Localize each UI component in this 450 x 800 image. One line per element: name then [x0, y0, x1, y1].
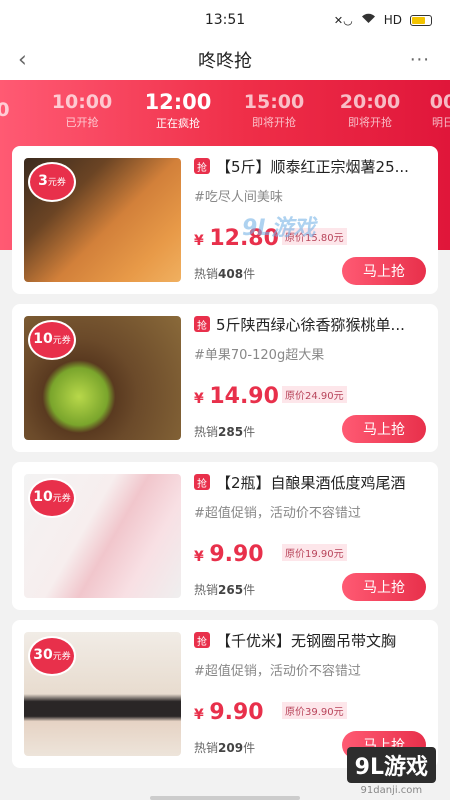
product-title[interactable]: 【5斤】顺泰红正宗烟薯25... — [216, 156, 432, 177]
buy-now-button[interactable]: 马上抢 — [342, 415, 426, 443]
signal-icon: ✕◡ — [333, 13, 353, 27]
time-tab-3[interactable]: 15:00 即将开抢 — [226, 91, 322, 130]
sold-count: 热销209件 — [194, 741, 256, 755]
product-card[interactable]: 30 元券 抢 【千优米】无钢圈吊带文胸 #超值促销，活动价不容错过 ¥ 9.90… — [12, 620, 438, 768]
time-tabs: 0 10:00 已开抢 12:00 正在疯抢 15:00 即将开抢 20:00 … — [0, 80, 450, 140]
time-tab-1[interactable]: 10:00 已开抢 — [34, 91, 130, 130]
nav-bar: ‹ 咚咚抢 ··· — [0, 40, 450, 80]
product-subtitle: #吃尽人间美味 — [194, 190, 283, 205]
product-image: 10 元券 — [24, 474, 181, 598]
original-price: 原价39.90元 — [282, 702, 347, 719]
product-title[interactable]: 【2瓶】自酿果酒低度鸡尾酒 — [216, 472, 432, 493]
product-card[interactable]: 10 元券 抢 【2瓶】自酿果酒低度鸡尾酒 #超值促销，活动价不容错过 ¥ 9.9… — [12, 462, 438, 610]
watermark-logo: 9L游戏 — [346, 747, 436, 783]
watermark-mid: 9L游戏 — [242, 216, 316, 241]
product-title[interactable]: 5斤陕西绿心徐香猕猴桃单... — [216, 314, 432, 335]
product-subtitle: #超值促销，活动价不容错过 — [194, 506, 361, 521]
watermark-url: 91danji.com — [360, 785, 423, 796]
time-tab-5[interactable]: 00 明日 — [418, 91, 450, 130]
battery-icon — [410, 14, 432, 26]
sold-count: 热销285件 — [194, 425, 256, 439]
home-indicator — [150, 796, 300, 800]
sold-count: 热销265件 — [194, 583, 256, 597]
original-price: 原价19.90元 — [282, 544, 347, 561]
time-tab-4[interactable]: 20:00 即将开抢 — [322, 91, 418, 130]
product-card[interactable]: 3 元券 抢 【5斤】顺泰红正宗烟薯25... #吃尽人间美味 ¥ 12.80 原… — [12, 146, 438, 294]
page-title: 咚咚抢 — [198, 51, 252, 72]
coupon-badge: 30 元券 — [28, 636, 76, 676]
time-tab-2[interactable]: 12:00 正在疯抢 — [130, 90, 226, 131]
product-subtitle: #超值促销，活动价不容错过 — [194, 664, 361, 679]
watermark: 9L游戏 91danji.com — [346, 747, 436, 796]
back-arrow-icon[interactable]: ‹ — [18, 48, 27, 73]
flash-tag: 抢 — [194, 632, 210, 648]
product-price: ¥ 14.90 — [194, 384, 279, 409]
flash-tag: 抢 — [194, 316, 210, 332]
product-price: ¥ 9.90 — [194, 542, 264, 567]
flash-tag: 抢 — [194, 474, 210, 490]
coupon-badge: 3 元券 — [28, 162, 76, 202]
status-bar: 13:51 ✕◡ HD — [0, 0, 450, 40]
buy-now-button[interactable]: 马上抢 — [342, 257, 426, 285]
wifi-icon — [361, 13, 376, 27]
product-subtitle: #单果70-120g超大果 — [194, 348, 325, 363]
product-card[interactable]: 10 元券 抢 5斤陕西绿心徐香猕猴桃单... #单果70-120g超大果 ¥ 1… — [12, 304, 438, 452]
network-label: HD — [383, 13, 402, 27]
coupon-badge: 10 元券 — [28, 320, 76, 360]
sold-count: 热销408件 — [194, 267, 256, 281]
product-title[interactable]: 【千优米】无钢圈吊带文胸 — [216, 630, 432, 651]
coupon-badge: 10 元券 — [28, 478, 76, 518]
product-image: 30 元券 — [24, 632, 181, 756]
product-price: ¥ 9.90 — [194, 700, 264, 725]
more-dots-icon[interactable]: ··· — [410, 50, 430, 71]
product-image: 3 元券 — [24, 158, 181, 282]
flash-tag: 抢 — [194, 158, 210, 174]
status-icons: ✕◡ HD — [334, 13, 432, 27]
status-time: 13:51 — [204, 12, 246, 28]
time-tab-0[interactable]: 0 — [0, 99, 14, 122]
product-image: 10 元券 — [24, 316, 181, 440]
original-price: 原价24.90元 — [282, 386, 347, 403]
buy-now-button[interactable]: 马上抢 — [342, 573, 426, 601]
